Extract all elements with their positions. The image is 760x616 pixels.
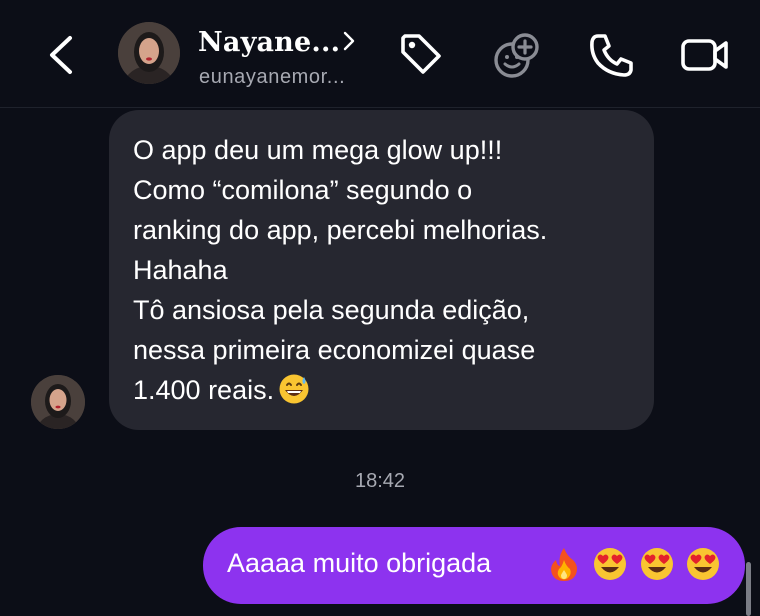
heart-eyes-emoji-icon [687,548,720,580]
audio-call-button[interactable] [586,30,636,80]
heart-eyes-emoji-icon [640,548,673,580]
chevron-right-icon[interactable] [340,30,358,52]
message-line: Como “comilona” segundo o [133,175,473,205]
message-line: nessa primeira economizei quase [133,335,536,365]
chat-screen: Nayane... eunayanemor... O app deu um me… [0,0,760,616]
contact-name[interactable]: Nayane... [198,27,340,58]
back-chevron-icon [50,36,72,74]
sticker-add-icon [494,33,539,78]
outgoing-emojis [546,546,727,586]
fire-emoji-icon [551,548,577,581]
avatar-image [31,375,85,429]
contact-avatar[interactable] [118,22,180,84]
message-timestamp: 18:42 [354,470,406,492]
sticker-button[interactable] [492,30,542,80]
tag-button[interactable] [397,30,447,80]
sender-avatar[interactable] [31,375,85,429]
message-line: Hahaha [133,255,228,285]
video-call-button[interactable] [680,30,730,80]
avatar-image [118,22,180,84]
message-line: ranking do app, percebi melhorias. [133,215,548,245]
back-button[interactable] [40,30,84,80]
message-line: O app deu um mega glow up!!! [133,135,503,165]
contact-username[interactable]: eunayanemor... [199,66,345,89]
heart-eyes-emoji-icon [594,548,627,580]
incoming-message-text: O app deu um mega glow up!!! Como “comil… [133,130,547,410]
tag-icon [401,34,441,74]
phone-icon [590,34,633,77]
message-line-last: 1.400 reais. [133,370,547,410]
scrollbar[interactable] [746,562,751,616]
outgoing-message-text: Aaaaa muito obrigada [227,548,492,578]
video-camera-icon [681,39,728,71]
grinning-sweat-emoji-icon [279,374,309,404]
message-line: Tô ansiosa pela segunda edição, [133,295,530,325]
message-line: 1.400 reais. [133,375,275,405]
chat-header: Nayane... eunayanemor... [0,0,760,108]
